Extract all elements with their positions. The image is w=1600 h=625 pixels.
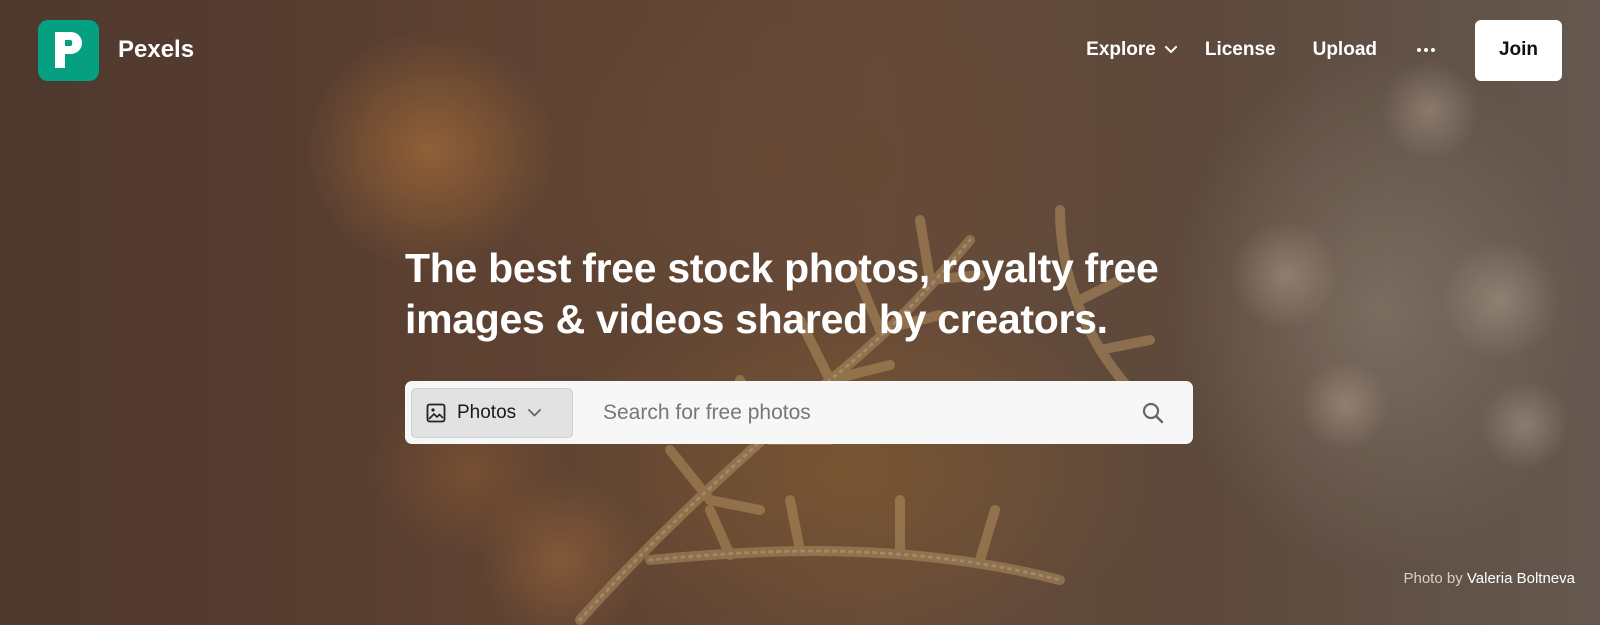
hero-headline: The best free stock photos, royalty free… [405,245,1159,342]
more-dots-icon[interactable] [1417,44,1435,56]
search-input[interactable] [603,387,1133,438]
photo-credit-prefix: Photo by [1403,570,1463,587]
join-button[interactable]: Join [1475,19,1562,81]
chevron-down-icon [528,408,542,417]
nav-explore-label: Explore [1086,39,1156,60]
chevron-down-icon [1164,46,1177,54]
nav-license[interactable]: License [1205,39,1276,61]
nav-menu: Explore License Upload Join [1086,19,1562,81]
photo-credit: Photo by Valeria Boltneva [1403,570,1575,587]
nav-explore[interactable]: Explore [1086,39,1177,61]
media-type-dropdown[interactable]: Photos [411,387,573,438]
media-type-label: Photos [457,401,517,423]
search-icon[interactable] [1133,393,1173,433]
brand-name[interactable]: Pexels [118,36,194,64]
photo-credit-author[interactable]: Valeria Boltneva [1467,570,1575,587]
search-bar: Photos [405,381,1193,444]
nav-upload[interactable]: Upload [1313,39,1377,61]
top-nav: Pexels Explore License Upload Join [0,0,1600,100]
hero-section: Pexels Explore License Upload Join The b… [0,0,1600,625]
image-icon [426,403,446,423]
pexels-p-logo-icon [54,32,82,68]
logo[interactable] [38,19,99,81]
